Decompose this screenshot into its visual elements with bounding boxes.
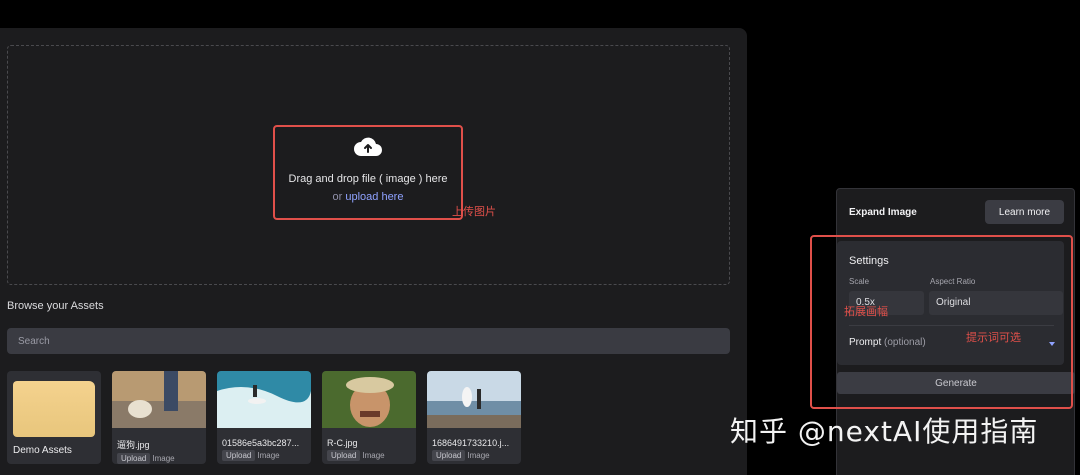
asset-tag: Upload (222, 450, 256, 461)
watermark: 知乎 @nextAI使用指南 (730, 415, 1039, 448)
annotation-scale: 拓展画幅 (844, 305, 888, 318)
search-input[interactable] (7, 328, 730, 354)
annotation-box-upload (273, 125, 463, 220)
learn-more-button[interactable]: Learn more (985, 200, 1064, 224)
asset-meta: Upload Image (322, 448, 416, 461)
panel-title: Expand Image (849, 207, 917, 218)
annotation-prompt: 提示词可选 (966, 331, 1021, 344)
asset-tile[interactable]: 遛狗.jpg Upload Image (112, 371, 206, 464)
asset-name: 遛狗.jpg (117, 440, 150, 450)
asset-name: R-C.jpg (327, 438, 358, 448)
asset-thumbnail (112, 371, 206, 428)
asset-meta: Upload Image (217, 448, 311, 461)
asset-meta: Upload Image (112, 451, 206, 464)
browse-assets-label: Browse your Assets (7, 300, 104, 312)
asset-tile[interactable]: 1686491733210.j... Upload Image (427, 371, 521, 464)
asset-tag: Upload (432, 450, 466, 461)
asset-type: Image (362, 451, 385, 460)
asset-tag: Upload (117, 453, 151, 464)
asset-type: Image (257, 451, 280, 460)
folder-name: Demo Assets (13, 445, 72, 456)
folder-icon (13, 381, 95, 437)
asset-tag: Upload (327, 450, 361, 461)
asset-name: 01586e5a3bc287... (222, 438, 300, 448)
annotation-upload: 上传图片 (452, 205, 496, 218)
asset-thumbnail (217, 371, 311, 428)
asset-thumbnail (427, 371, 521, 428)
main-panel: Drag and drop file ( image ) here or upl… (0, 28, 747, 475)
asset-tile[interactable]: R-C.jpg Upload Image (322, 371, 416, 464)
asset-type: Image (152, 454, 175, 463)
asset-tile[interactable]: 01586e5a3bc287... Upload Image (217, 371, 311, 464)
asset-type: Image (467, 451, 490, 460)
asset-meta: Upload Image (427, 448, 521, 461)
annotation-box-settings (810, 235, 1073, 409)
folder-demo-assets[interactable]: Demo Assets (7, 371, 101, 464)
asset-name: 1686491733210.j... (432, 438, 510, 448)
asset-thumbnail (322, 371, 416, 428)
